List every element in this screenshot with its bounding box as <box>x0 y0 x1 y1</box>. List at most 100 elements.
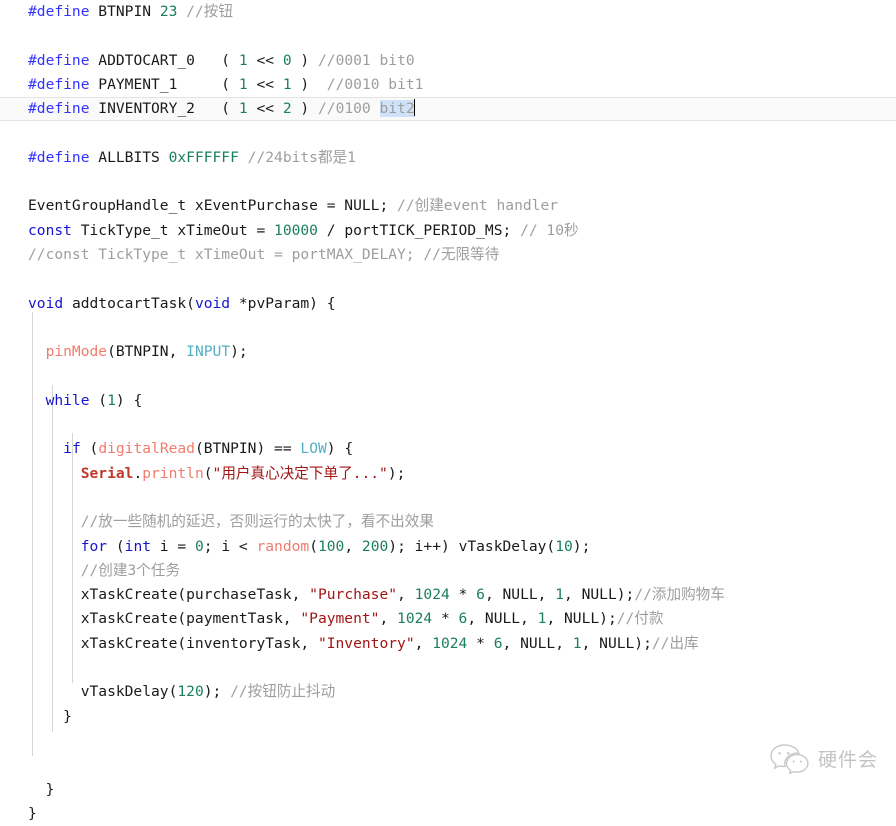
code-token: xTaskCreate(inventoryTask, <box>28 634 318 652</box>
code-line[interactable]: #define ADDTOCART_0 ( 1 << 0 ) //0001 bi… <box>0 49 896 73</box>
code-token: } <box>28 780 55 798</box>
code-line[interactable] <box>0 170 896 194</box>
code-token: BTNPIN <box>89 3 160 20</box>
code-token: , <box>379 610 398 628</box>
code-line[interactable]: if (digitalRead(BTNPIN) == LOW) { <box>0 437 896 461</box>
code-token: ( <box>203 464 213 482</box>
code-token: "Inventory" <box>317 634 415 652</box>
code-token: //0001 bit0 <box>318 51 415 69</box>
code-line[interactable]: while (1) { <box>0 389 896 413</box>
code-token: , <box>397 586 415 604</box>
code-token: random <box>256 537 310 555</box>
code-line[interactable] <box>0 656 896 680</box>
code-line[interactable]: for (int i = 0; i < random(100, 200); i+… <box>0 535 896 559</box>
code-line[interactable]: pinMode(BTNPIN, INPUT); <box>0 340 896 364</box>
code-token: } <box>28 804 37 822</box>
code-token: xTaskCreate(purchaseTask, <box>28 586 310 604</box>
code-token: ( <box>309 537 318 555</box>
code-token: //const TickType_t xTimeOut = portMAX_DE… <box>28 245 500 263</box>
code-line[interactable]: vTaskDelay(120); //按钮防止抖动 <box>0 680 896 704</box>
code-token: ( <box>107 537 125 555</box>
code-line[interactable]: xTaskCreate(inventoryTask, "Inventory" , … <box>0 632 896 656</box>
code-token: 10 <box>555 537 573 555</box>
code-line[interactable]: } <box>0 705 896 729</box>
code-token: 1 <box>107 391 116 409</box>
code-line[interactable]: } <box>0 778 896 802</box>
code-token: , NULL); <box>581 634 652 652</box>
code-token: for <box>80 537 108 555</box>
code-token: while <box>45 391 90 409</box>
code-line[interactable] <box>0 486 896 510</box>
code-token: , <box>414 634 433 652</box>
code-token: * <box>449 586 477 604</box>
code-token: 0 <box>282 51 292 69</box>
code-token: *pvParam) { <box>230 294 336 312</box>
code-token: ); <box>230 343 248 361</box>
code-token: 1 <box>572 634 582 652</box>
code-line[interactable]: Serial.println("用户真心决定下单了..."); <box>0 462 896 486</box>
code-line[interactable]: #define ALLBITS 0xFFFFFF //24bits都是1 <box>0 146 896 170</box>
code-line[interactable] <box>0 753 896 777</box>
code-line[interactable] <box>0 364 896 388</box>
code-token: 10000 <box>274 221 318 239</box>
code-token: 0 <box>194 537 204 555</box>
code-token: / portTICK_PERIOD_MS; <box>317 221 521 239</box>
code-line[interactable]: EventGroupHandle_t xEventPurchase = NULL… <box>0 194 896 218</box>
code-line[interactable]: #define BTNPIN 23 //按钮 <box>0 0 896 24</box>
code-line[interactable]: //放一些随机的延迟，否则运行的太快了，看不出效果 <box>0 510 896 534</box>
code-token: 200 <box>361 537 389 555</box>
code-token: pinMode <box>45 343 108 361</box>
code-token: * <box>432 610 459 628</box>
code-token: //24bits都是1 <box>238 148 356 166</box>
code-token: 6 <box>493 634 503 652</box>
code-token: ) <box>291 75 327 93</box>
code-line[interactable]: void addtocartTask(void *pvParam) { <box>0 292 896 316</box>
code-line[interactable]: } <box>0 802 896 826</box>
code-token: , NULL, <box>502 634 573 652</box>
code-line[interactable] <box>0 121 896 145</box>
code-token: //放一些随机的延迟，否则运行的太快了，看不出效果 <box>80 513 434 531</box>
code-line[interactable]: //const TickType_t xTimeOut = portMAX_DE… <box>0 243 896 267</box>
code-line[interactable] <box>0 729 896 753</box>
code-token: //0010 bit1 <box>326 75 424 93</box>
code-line[interactable]: #define INVENTORY_2 ( 1 << 2 ) //0100 bi… <box>0 97 896 122</box>
code-token: xTaskCreate(paymentTask, <box>28 610 301 628</box>
code-token: //出库 <box>651 634 699 652</box>
code-token: #define <box>28 148 90 166</box>
code-token: (BTNPIN) == <box>194 440 301 458</box>
code-line[interactable] <box>0 316 896 340</box>
code-token: ALLBITS <box>89 148 169 166</box>
code-token: ) { <box>326 440 354 458</box>
code-token: //按钮防止抖动 <box>230 683 336 701</box>
code-content[interactable]: #define BTNPIN 23 //按钮 #define ADDTOCART… <box>0 0 896 826</box>
code-token: const <box>28 221 72 239</box>
code-token: // 10秒 <box>520 221 579 239</box>
code-token: LOW <box>300 440 327 458</box>
code-token: ( <box>89 391 108 409</box>
code-token: vTaskDelay( <box>28 683 178 701</box>
code-line[interactable] <box>0 413 896 437</box>
code-token: , NULL); <box>564 586 635 604</box>
code-line[interactable]: #define PAYMENT_1 ( 1 << 1 ) //0010 bit1 <box>0 73 896 97</box>
code-editor[interactable]: #define BTNPIN 23 //按钮 #define ADDTOCART… <box>0 0 896 822</box>
code-token: 100 <box>317 537 345 555</box>
code-line[interactable]: //创建3个任务 <box>0 559 896 583</box>
code-token: "用户真心决定下单了..." <box>212 464 388 482</box>
code-token: * <box>467 634 494 652</box>
code-line[interactable]: const TickType_t xTimeOut = 10000 / port… <box>0 219 896 243</box>
code-token: if <box>63 440 81 458</box>
code-token: EventGroupHandle_t xEventPurchase = NULL… <box>28 197 398 215</box>
code-token: << <box>247 75 283 93</box>
code-token: << <box>247 100 283 118</box>
code-token: #define <box>28 51 90 69</box>
code-line[interactable]: xTaskCreate(purchaseTask, "Purchase", 10… <box>0 583 896 607</box>
code-line[interactable] <box>0 267 896 291</box>
code-line[interactable] <box>0 24 896 48</box>
code-line[interactable]: xTaskCreate(paymentTask, "Payment", 1024… <box>0 607 896 631</box>
code-token: } <box>28 707 72 725</box>
